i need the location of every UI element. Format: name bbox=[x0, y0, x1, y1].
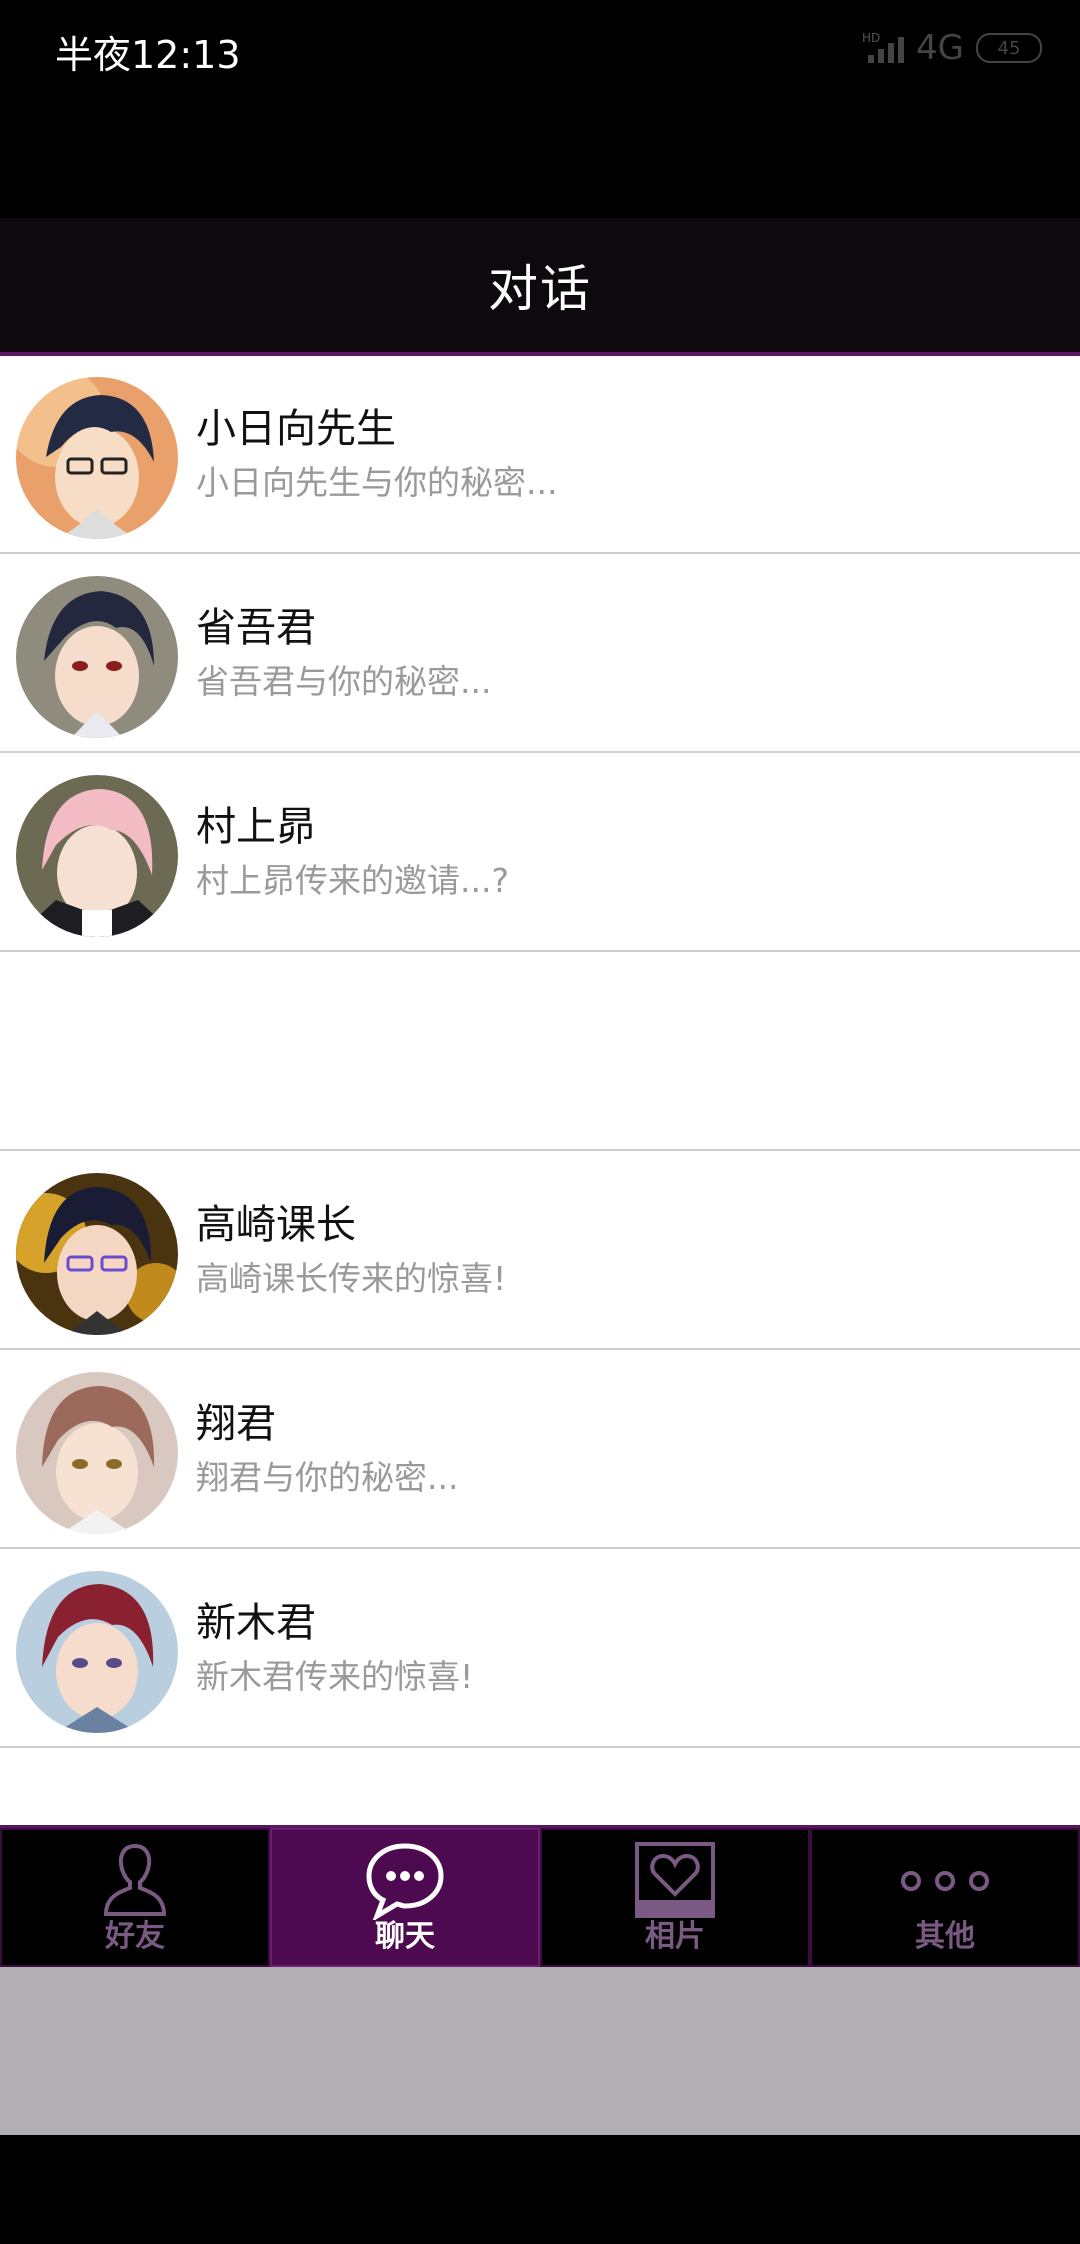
contact-name: 村上昴 bbox=[196, 804, 316, 850]
system-navigation-bar bbox=[0, 2135, 1080, 2244]
signal-icon: HD bbox=[862, 31, 905, 63]
character-avatar-brownhair bbox=[16, 1372, 178, 1534]
conversation-row[interactable]: 小日向先生 小日向先生与你的秘密... bbox=[0, 356, 1080, 554]
conversation-row[interactable]: 村上昴 村上昴传来的邀请...? bbox=[0, 754, 1080, 952]
status-icons: HD 4G 45 bbox=[862, 28, 1042, 68]
tab-label: 其他 bbox=[915, 1919, 975, 1954]
conversation-row[interactable]: 高崎课长 高崎课长传来的惊喜! bbox=[0, 1152, 1080, 1350]
conversation-list[interactable]: 小日向先生 小日向先生与你的秘密... 省吾君 省吾君与你的秘密... 村上昴 … bbox=[0, 356, 1080, 1825]
message-preview: 省吾君与你的秘密... bbox=[196, 662, 492, 701]
tab-photos[interactable]: 相片 bbox=[540, 1828, 810, 1967]
tab-more[interactable]: 其他 bbox=[810, 1828, 1080, 1967]
contact-name: 翔君 bbox=[196, 1401, 276, 1447]
network-type: 4G bbox=[916, 28, 964, 68]
conversation-row[interactable]: 新木君 新木君传来的惊喜! bbox=[0, 1550, 1080, 1748]
contact-name: 新木君 bbox=[196, 1600, 316, 1646]
message-preview: 翔君与你的秘密... bbox=[196, 1458, 459, 1497]
character-avatar-pinkhair bbox=[16, 775, 178, 937]
ad-banner-area bbox=[0, 1967, 1080, 2135]
title-bar: 对话 bbox=[0, 218, 1080, 356]
character-avatar-darkhair bbox=[16, 576, 178, 738]
conversation-row[interactable]: 省吾君 省吾君与你的秘密... bbox=[0, 555, 1080, 753]
character-avatar-redhair bbox=[16, 1571, 178, 1733]
page-title: 对话 bbox=[488, 260, 592, 318]
photo-heart-icon bbox=[633, 1840, 717, 1924]
status-bar: 半夜12:13 HD 4G 45 bbox=[0, 0, 1080, 218]
message-preview: 小日向先生与你的秘密... bbox=[196, 463, 558, 502]
status-time: 半夜12:13 bbox=[55, 33, 241, 77]
person-icon bbox=[100, 1840, 170, 1924]
chat-bubble-icon bbox=[363, 1840, 447, 1924]
character-avatar-glasses bbox=[16, 377, 178, 539]
more-dots-icon bbox=[895, 1866, 995, 1900]
contact-name: 小日向先生 bbox=[196, 406, 396, 452]
tab-chat[interactable]: 聊天 bbox=[270, 1828, 540, 1967]
conversation-row[interactable]: 翔君 翔君与你的秘密... bbox=[0, 1351, 1080, 1549]
hd-label: HD bbox=[862, 31, 881, 45]
character-avatar-glasses-gold bbox=[16, 1173, 178, 1335]
contact-name: 高崎课长 bbox=[196, 1202, 356, 1248]
message-preview: 高崎课长传来的惊喜! bbox=[196, 1259, 507, 1298]
battery-icon: 45 bbox=[976, 33, 1042, 63]
message-preview: 村上昴传来的邀请...? bbox=[196, 861, 509, 900]
message-preview: 新木君传来的惊喜! bbox=[196, 1657, 474, 1696]
conversation-row-empty bbox=[0, 953, 1080, 1151]
contact-name: 省吾君 bbox=[196, 605, 316, 651]
bottom-tab-bar: 好友 聊天 相片 其他 bbox=[0, 1825, 1080, 1967]
battery-level: 45 bbox=[997, 37, 1021, 59]
tab-friends[interactable]: 好友 bbox=[0, 1828, 270, 1967]
